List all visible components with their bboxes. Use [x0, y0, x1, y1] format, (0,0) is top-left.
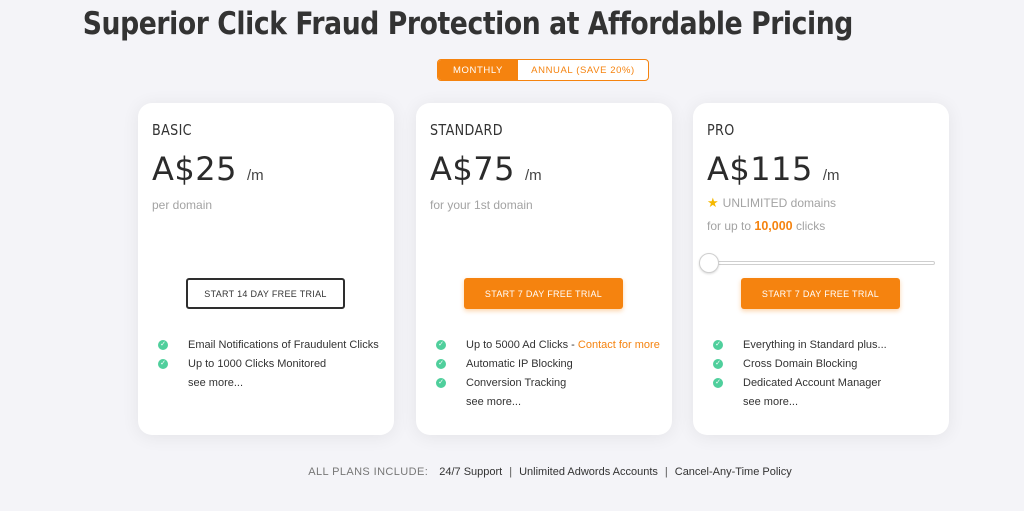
- list-item: ✓ Dedicated Account Manager: [713, 373, 887, 392]
- clicks-value: 10,000: [754, 219, 793, 233]
- domains-text: UNLIMITED domains: [722, 196, 837, 210]
- feature-text: Everything in Standard plus...: [743, 338, 887, 351]
- plan-card-pro: PRO A$115 /m ★ UNLIMITED domains for up t…: [693, 103, 949, 435]
- plan-card-standard: STANDARD A$75 /m for your 1st domain STA…: [416, 103, 672, 435]
- list-item: ✓ Up to 5000 Ad Clicks - Contact for more: [436, 335, 660, 354]
- footer-lead: ALL PLANS INCLUDE:: [308, 466, 429, 478]
- list-item: ✓ Cross Domain Blocking: [713, 354, 887, 373]
- check-icon: ✓: [436, 358, 446, 369]
- see-more-link[interactable]: see more...: [713, 392, 887, 411]
- plans-include-footer: ALL PLANS INCLUDE: 24/7 Support | Unlimite…: [0, 466, 1024, 478]
- annual-option[interactable]: ANNUAL (SAVE 20%): [518, 60, 648, 80]
- plan-name: PRO: [707, 121, 735, 139]
- plan-period: /m: [246, 167, 264, 184]
- see-more-link[interactable]: see more...: [158, 373, 379, 392]
- price-row: A$25 /m: [152, 150, 264, 188]
- feature-text: Automatic IP Blocking: [466, 357, 573, 370]
- feature-text: Dedicated Account Manager: [743, 376, 882, 389]
- price-row: A$115 /m: [707, 150, 840, 188]
- slider-thumb[interactable]: [699, 253, 719, 273]
- plan-card-basic: BASIC A$25 /m per domain START 14 DAY FR…: [138, 103, 394, 435]
- see-more-link[interactable]: see more...: [436, 392, 660, 411]
- clicks-suffix: clicks: [795, 219, 826, 233]
- check-icon: ✓: [713, 339, 723, 350]
- plan-period: /m: [524, 167, 542, 184]
- contact-for-more-link[interactable]: Contact for more: [578, 339, 660, 351]
- feature-text: Up to 1000 Clicks Monitored: [188, 357, 327, 370]
- plan-period: /m: [822, 167, 840, 184]
- list-item: ✓ Conversion Tracking: [436, 373, 660, 392]
- footer-item: Unlimited Adwords Accounts: [519, 466, 658, 478]
- list-item: ✓ Automatic IP Blocking: [436, 354, 660, 373]
- plan-name: BASIC: [152, 121, 192, 139]
- plan-name: STANDARD: [430, 121, 503, 139]
- plan-subtitle: for your 1st domain: [430, 198, 533, 212]
- check-icon: ✓: [713, 377, 723, 388]
- list-item: ✓ Email Notifications of Fraudulent Click…: [158, 335, 379, 354]
- feature-list: ✓ Up to 5000 Ad Clicks - Contact for more…: [436, 335, 660, 411]
- monthly-option[interactable]: MONTHLY: [438, 60, 518, 80]
- feature-text: Conversion Tracking: [466, 376, 567, 389]
- billing-toggle[interactable]: MONTHLY ANNUAL (SAVE 20%): [437, 59, 649, 81]
- clicks-prefix: for up to: [707, 219, 752, 233]
- start-trial-button[interactable]: START 7 DAY FREE TRIAL: [464, 278, 623, 309]
- plan-subtitle: per domain: [152, 198, 213, 212]
- start-trial-button[interactable]: START 7 DAY FREE TRIAL: [741, 278, 900, 309]
- divider: |: [509, 466, 513, 478]
- footer-item: 24/7 Support: [439, 466, 503, 478]
- check-icon: ✓: [436, 377, 446, 388]
- feature-list: ✓ Everything in Standard plus... ✓ Cross D…: [713, 335, 887, 411]
- plan-price: A$115: [707, 150, 813, 188]
- feature-text: Email Notifications of Fraudulent Clicks: [188, 338, 379, 351]
- clicks-slider[interactable]: [699, 253, 935, 273]
- list-item: ✓ Up to 1000 Clicks Monitored: [158, 354, 379, 373]
- footer-item: Cancel-Any-Time Policy: [674, 466, 792, 478]
- plan-price: A$25: [152, 150, 237, 188]
- feature-text: Up to 5000 Ad Clicks -: [466, 338, 578, 351]
- check-icon: ✓: [436, 339, 446, 350]
- plan-price: A$75: [430, 150, 515, 188]
- check-icon: ✓: [158, 339, 168, 350]
- start-trial-button[interactable]: START 14 DAY FREE TRIAL: [186, 278, 345, 309]
- divider: |: [664, 466, 668, 478]
- feature-list: ✓ Email Notifications of Fraudulent Click…: [158, 335, 379, 392]
- page-title: Superior Click Fraud Protection at Affor…: [82, 6, 854, 42]
- check-icon: ✓: [158, 358, 168, 369]
- slider-track[interactable]: [707, 261, 935, 265]
- star-icon: ★: [707, 195, 719, 210]
- list-item: ✓ Everything in Standard plus...: [713, 335, 887, 354]
- domains-label: ★ UNLIMITED domains: [707, 195, 836, 211]
- feature-text: Cross Domain Blocking: [743, 357, 858, 370]
- price-row: A$75 /m: [430, 150, 542, 188]
- clicks-label: for up to 10,000 clicks: [707, 219, 825, 233]
- check-icon: ✓: [713, 358, 723, 369]
